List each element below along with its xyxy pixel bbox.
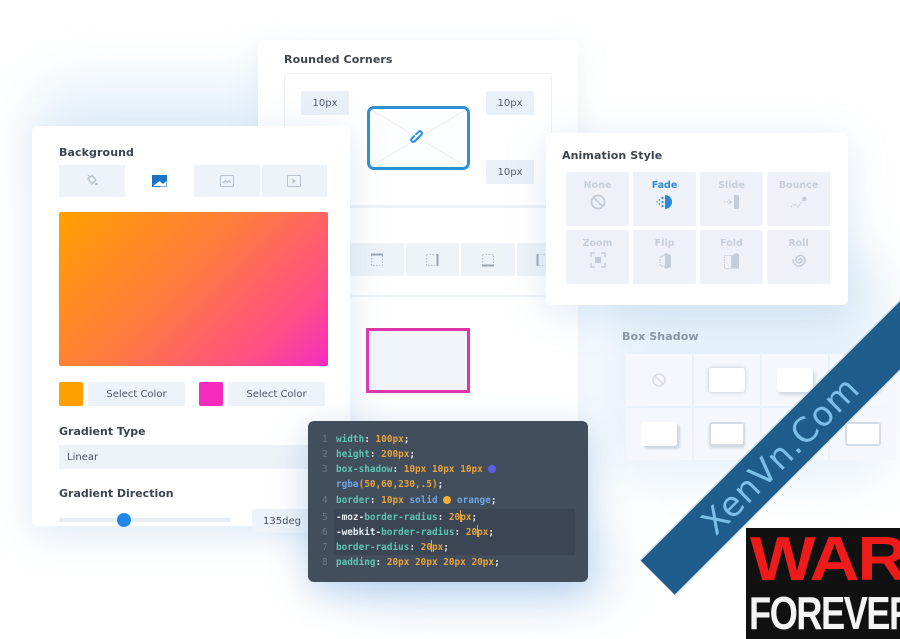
fade-icon (655, 195, 672, 209)
code-line: 4 border: 10px solid orange; (322, 495, 497, 506)
border-right-icon (426, 253, 439, 266)
border-side-tabs (350, 243, 570, 276)
gradient-type-select[interactable]: Linear (59, 445, 319, 469)
select-color-1-button[interactable]: Select Color (88, 382, 185, 406)
border-bottom-icon (481, 253, 494, 266)
video-icon (287, 175, 302, 187)
css-code-editor[interactable]: 1 width: 100px; 2 height: 200px; 3 box-shad… (308, 421, 588, 582)
shadow-preview (845, 422, 881, 446)
tab-color[interactable] (59, 165, 125, 197)
link-icon[interactable] (410, 130, 426, 146)
background-type-tabs (59, 165, 327, 197)
section-divider (350, 205, 578, 207)
animation-option-label: Flip (654, 238, 675, 249)
border-top-icon (370, 253, 383, 266)
border-preview-box (366, 328, 470, 393)
animation-option-label: Roll (788, 238, 809, 249)
shadow-preview (641, 422, 677, 446)
code-line: rgba(50,60,230,.5); (336, 479, 444, 490)
animation-option-label: Fold (720, 238, 743, 249)
watermark-logo: WAR FOREVER (746, 528, 900, 639)
rounded-corners-title: Rounded Corners (284, 53, 393, 66)
animation-style-grid: None Fade Slide Bounce Zoom Flip Fold Ro… (566, 172, 830, 284)
gradient-direction-slider[interactable] (59, 513, 231, 527)
color-dot-icon[interactable] (443, 496, 452, 504)
radius-preview-box (367, 106, 470, 170)
flip-icon (658, 253, 671, 269)
watermark-logo-line2: FOREVER (749, 587, 900, 639)
code-line: 6 -webkit-border-radius: 20px; (322, 525, 495, 538)
animation-option-slide[interactable]: Slide (700, 172, 763, 226)
tab-video[interactable] (261, 165, 327, 197)
section-divider (350, 295, 578, 297)
image-icon (219, 175, 234, 187)
slider-thumb[interactable] (116, 513, 131, 527)
code-line: 8 padding: 20px 20px 20px 20px; (322, 557, 500, 568)
bottom-right-radius-field[interactable]: 10px (486, 160, 534, 184)
top-left-radius-field[interactable]: 10px (301, 91, 349, 115)
code-line: 7 border-radius: 20px; (322, 540, 449, 553)
none-icon (652, 373, 666, 387)
slide-icon (723, 195, 739, 209)
shadow-preview (709, 422, 745, 446)
code-line: 1 width: 100px; (322, 434, 410, 445)
gradient-type-label: Gradient Type (59, 425, 146, 438)
animation-style-title: Animation Style (562, 149, 663, 162)
tab-gradient[interactable] (126, 165, 192, 197)
none-icon (590, 194, 605, 210)
fold-icon (723, 253, 739, 269)
gradient-direction-label: Gradient Direction (59, 487, 174, 500)
border-top-tab[interactable] (350, 243, 404, 276)
watermark-logo-line1: WAR (750, 528, 900, 594)
box-shadow-option[interactable] (694, 354, 760, 406)
tab-image[interactable] (194, 165, 260, 197)
animation-option-zoom[interactable]: Zoom (566, 230, 629, 284)
gradient-preview (59, 212, 328, 366)
color-dot-icon[interactable] (488, 465, 497, 473)
bounce-icon (790, 196, 807, 208)
animation-style-panel: Animation Style None Fade Slide Bounce Z… (546, 133, 848, 305)
animation-option-fold[interactable]: Fold (700, 230, 763, 284)
code-line: 5 -moz-border-radius: 20px; (322, 510, 478, 523)
roll-icon (791, 254, 806, 267)
animation-option-none[interactable]: None (566, 172, 629, 226)
color-2-swatch[interactable] (199, 382, 223, 406)
animation-option-label: Slide (718, 180, 745, 191)
gradient-direction-field[interactable]: 135deg (252, 509, 312, 533)
border-bottom-tab[interactable] (461, 243, 515, 276)
box-shadow-option[interactable] (626, 408, 692, 460)
gradient-icon (151, 175, 167, 187)
top-right-radius-field[interactable]: 10px (486, 91, 534, 115)
color-1-swatch[interactable] (59, 382, 83, 406)
select-color-2-button[interactable]: Select Color (228, 382, 325, 406)
animation-option-label: Fade (651, 180, 678, 191)
animation-option-roll[interactable]: Roll (767, 230, 830, 284)
animation-option-flip[interactable]: Flip (633, 230, 696, 284)
zoom-icon (589, 252, 606, 268)
background-panel: Background Select Color Select Color Gra… (32, 126, 350, 533)
shadow-preview (777, 368, 813, 392)
box-shadow-option-none[interactable] (626, 354, 692, 406)
animation-option-bounce[interactable]: Bounce (767, 172, 830, 226)
animation-option-label: None (583, 180, 612, 191)
code-line: 3 box-shadow: 10px 10px 10px (322, 463, 497, 477)
animation-option-label: Bounce (778, 180, 819, 191)
paint-bucket-icon (86, 174, 98, 186)
shadow-preview (709, 368, 745, 392)
animation-option-fade[interactable]: Fade (633, 172, 696, 226)
animation-option-label: Zoom (582, 238, 613, 249)
box-shadow-title: Box Shadow (622, 330, 699, 343)
background-title: Background (59, 146, 135, 159)
border-right-tab[interactable] (405, 243, 459, 276)
code-line: 2 height: 200px; (322, 449, 416, 460)
